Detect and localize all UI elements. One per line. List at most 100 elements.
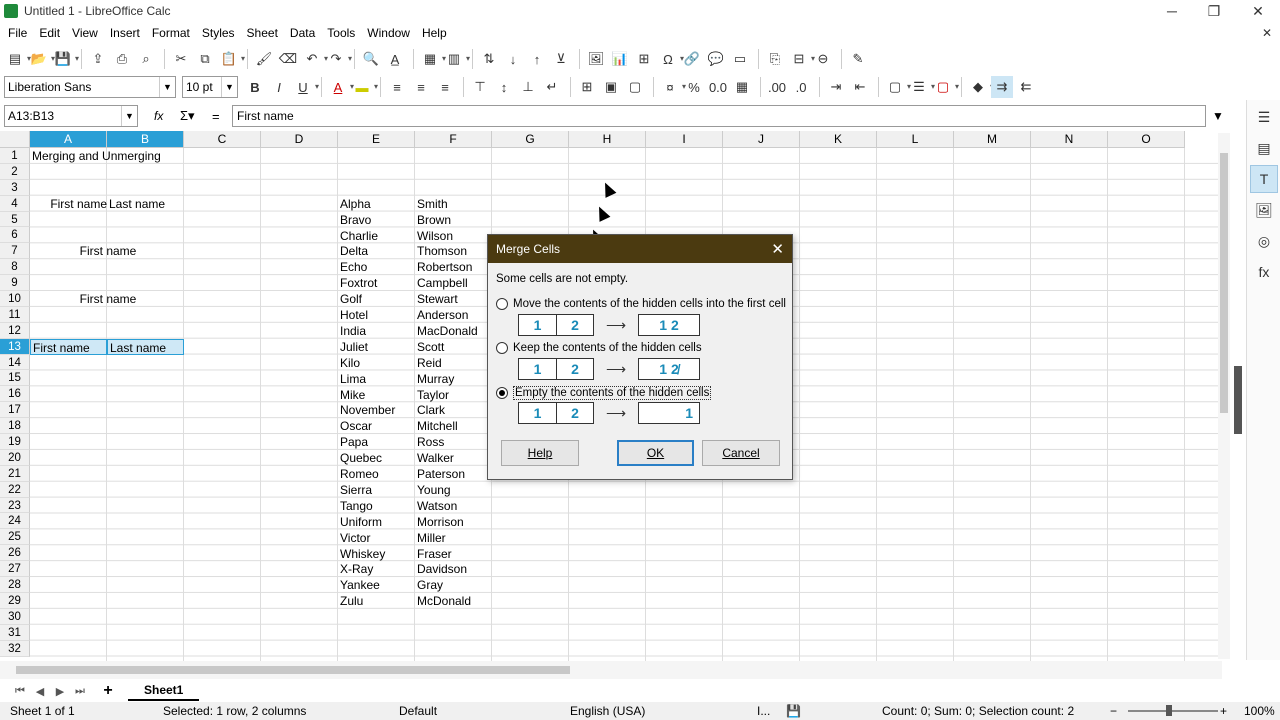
close-window-button[interactable]: ✕ bbox=[1236, 0, 1280, 22]
row-header[interactable]: 3 bbox=[0, 179, 30, 196]
cell[interactable]: November bbox=[338, 402, 415, 418]
cell[interactable]: Lima bbox=[338, 371, 415, 387]
cell[interactable]: Hotel bbox=[338, 307, 415, 323]
cell[interactable]: Brown bbox=[415, 212, 492, 228]
row-header[interactable]: 18 bbox=[0, 418, 30, 435]
function-wizard-icon[interactable]: fx bbox=[154, 109, 174, 123]
clone-formatting-icon[interactable]: 🖌 bbox=[253, 48, 275, 70]
menu-view[interactable]: View bbox=[68, 26, 106, 40]
ok-button[interactable]: OK bbox=[617, 440, 694, 466]
cell[interactable]: Foxtrot bbox=[338, 275, 415, 291]
menu-edit[interactable]: Edit bbox=[35, 26, 68, 40]
row-header[interactable]: 6 bbox=[0, 227, 30, 244]
align-right-icon[interactable]: ≡ bbox=[434, 76, 456, 98]
row-header[interactable]: 24 bbox=[0, 513, 30, 530]
status-sum[interactable]: Count: 0; Sum: 0; Selection count: 2 bbox=[882, 704, 1074, 718]
chevron-down-icon[interactable]: ▼ bbox=[121, 106, 137, 126]
cell[interactable]: Scott bbox=[415, 339, 492, 355]
cell[interactable]: Alpha bbox=[338, 196, 415, 212]
cell[interactable]: Clark bbox=[415, 402, 492, 418]
cell[interactable]: Mitchell bbox=[415, 418, 492, 434]
column-icon[interactable]: ▥ bbox=[443, 48, 470, 70]
special-character-icon[interactable]: Ω bbox=[657, 48, 684, 70]
border-color-icon[interactable]: ▢ bbox=[932, 76, 959, 98]
increase-indent-icon[interactable]: ⇥ bbox=[825, 76, 847, 98]
select-all-corner[interactable] bbox=[0, 131, 30, 148]
add-sheet-icon[interactable]: + bbox=[96, 682, 120, 700]
freeze-rows-columns-icon[interactable]: ⊟ bbox=[788, 48, 815, 70]
option-keep-label[interactable]: Keep the contents of the hidden cells bbox=[513, 342, 702, 354]
define-print-area-icon[interactable]: ⎘ bbox=[764, 48, 786, 70]
radio-move-contents[interactable] bbox=[496, 298, 508, 310]
cell[interactable]: Robertson bbox=[415, 259, 492, 275]
italic-icon[interactable]: I bbox=[268, 76, 290, 98]
row-header[interactable]: 2 bbox=[0, 163, 30, 180]
sort-icon[interactable]: ⇅ bbox=[478, 48, 500, 70]
option-empty-label[interactable]: Empty the contents of the hidden cells bbox=[513, 386, 712, 400]
cell[interactable]: Echo bbox=[338, 259, 415, 275]
menu-styles[interactable]: Styles bbox=[198, 26, 243, 40]
cell[interactable]: Davidson bbox=[415, 561, 492, 577]
option-move-label[interactable]: Move the contents of the hidden cells in… bbox=[513, 298, 786, 310]
cell[interactable]: X-Ray bbox=[338, 561, 415, 577]
font-color-icon[interactable]: A bbox=[327, 76, 354, 98]
cell[interactable]: Walker bbox=[415, 450, 492, 466]
expand-formula-icon[interactable]: ▼ bbox=[1206, 109, 1230, 123]
row-header[interactable]: 7 bbox=[0, 243, 30, 260]
number-format-icon[interactable]: 0.0 bbox=[707, 76, 729, 98]
status-language[interactable]: English (USA) bbox=[570, 704, 645, 718]
cell[interactable]: Thomson bbox=[415, 243, 492, 259]
row-header[interactable]: 17 bbox=[0, 402, 30, 419]
currency-icon[interactable]: ¤ bbox=[659, 76, 686, 98]
restore-button[interactable]: ❐ bbox=[1192, 0, 1236, 22]
insert-image-icon[interactable]: 🖼 bbox=[585, 48, 607, 70]
cut-icon[interactable]: ✂ bbox=[170, 48, 192, 70]
cell[interactable]: First name bbox=[30, 243, 184, 259]
row-header[interactable]: 5 bbox=[0, 211, 30, 228]
cell[interactable]: India bbox=[338, 323, 415, 339]
cell[interactable]: Last name bbox=[107, 338, 184, 355]
formula-input[interactable]: First name bbox=[232, 105, 1206, 127]
help-button[interactable]: Help bbox=[501, 440, 579, 466]
last-sheet-icon[interactable]: ⏭ bbox=[70, 685, 90, 698]
menu-help[interactable]: Help bbox=[418, 26, 455, 40]
insert-chart-icon[interactable]: 📊 bbox=[609, 48, 631, 70]
hyperlink-icon[interactable]: 🔗 bbox=[681, 48, 703, 70]
cell[interactable]: Anderson bbox=[415, 307, 492, 323]
horizontal-scrollbar[interactable] bbox=[0, 661, 1222, 679]
column-header[interactable]: C bbox=[184, 131, 261, 148]
column-header[interactable]: B bbox=[107, 131, 184, 148]
sort-ascending-icon[interactable]: ↓ bbox=[502, 48, 524, 70]
radio-empty-contents[interactable] bbox=[496, 387, 508, 399]
option-move-contents[interactable]: Move the contents of the hidden cells in… bbox=[496, 298, 786, 310]
row-header[interactable]: 8 bbox=[0, 259, 30, 276]
cell[interactable]: Last name bbox=[107, 196, 184, 212]
date-format-icon[interactable]: ▦ bbox=[731, 76, 753, 98]
cell[interactable]: Charlie bbox=[338, 228, 415, 244]
row-icon[interactable]: ▦ bbox=[419, 48, 446, 70]
column-header[interactable]: I bbox=[646, 131, 723, 148]
bold-icon[interactable]: B bbox=[244, 76, 266, 98]
cell[interactable]: Wilson bbox=[415, 228, 492, 244]
conditional-format-icon[interactable]: ◆ bbox=[967, 76, 994, 98]
cell[interactable]: Bravo bbox=[338, 212, 415, 228]
column-header[interactable]: H bbox=[569, 131, 646, 148]
column-header[interactable]: D bbox=[261, 131, 338, 148]
cell[interactable]: Kilo bbox=[338, 355, 415, 371]
column-header[interactable]: L bbox=[877, 131, 954, 148]
cell[interactable]: MacDonald bbox=[415, 323, 492, 339]
column-header[interactable]: M bbox=[954, 131, 1031, 148]
prev-sheet-icon[interactable]: ◀ bbox=[30, 685, 50, 698]
open-icon[interactable]: 📂 bbox=[28, 48, 55, 70]
zoom-slider[interactable] bbox=[1128, 710, 1218, 712]
menu-data[interactable]: Data bbox=[286, 26, 323, 40]
cell[interactable]: Morrison bbox=[415, 514, 492, 530]
text-direction-ltr-icon[interactable]: ⇉ bbox=[991, 76, 1013, 98]
chevron-down-icon[interactable]: ▼ bbox=[159, 77, 175, 97]
font-name-combo[interactable]: Liberation Sans ▼ bbox=[4, 76, 176, 98]
row-header[interactable]: 14 bbox=[0, 354, 30, 371]
close-document-icon[interactable]: ✕ bbox=[1262, 26, 1272, 40]
redo-icon[interactable]: ↷ bbox=[325, 48, 352, 70]
cell[interactable]: Stewart bbox=[415, 291, 492, 307]
clear-formatting-icon[interactable]: ⌫ bbox=[277, 48, 299, 70]
